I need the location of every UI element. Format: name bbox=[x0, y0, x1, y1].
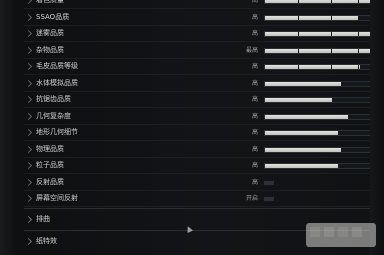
chevron-right-icon bbox=[24, 237, 33, 246]
section-label: 排曲 bbox=[36, 215, 50, 223]
setting-row[interactable]: 杂物品质 最高 bbox=[24, 44, 384, 59]
setting-slider[interactable] bbox=[264, 14, 384, 21]
setting-label: 抗锯齿品质 bbox=[36, 95, 71, 103]
setting-row[interactable]: 屏幕空间反射 开启 bbox=[24, 192, 370, 207]
setting-slider[interactable] bbox=[264, 197, 274, 201]
slider-fill bbox=[265, 147, 341, 152]
slider-segment-divider bbox=[330, 15, 332, 20]
slider-segment-divider bbox=[330, 32, 332, 36]
slider-segment-divider bbox=[357, 15, 359, 20]
slider-fill bbox=[265, 164, 339, 168]
setting-value: 高 bbox=[251, 0, 258, 4]
setting-value: 开启 bbox=[245, 195, 258, 202]
slider-fill bbox=[265, 0, 378, 3]
setting-slider[interactable] bbox=[264, 113, 384, 120]
slider-segment-divider bbox=[357, 65, 359, 69]
slider-segment-divider bbox=[330, 48, 332, 53]
chevron-right-icon bbox=[24, 46, 33, 54]
setting-value: 高 bbox=[251, 112, 258, 120]
setting-value: 最高 bbox=[245, 46, 258, 54]
setting-label: 杂物品质 bbox=[36, 45, 64, 54]
slider-segment-divider bbox=[330, 65, 332, 69]
chevron-right-icon bbox=[24, 62, 33, 71]
setting-row[interactable]: 着色质量 高 bbox=[24, 0, 384, 9]
slider-segment-divider bbox=[357, 0, 359, 3]
setting-row[interactable]: 粒子品质 高 bbox=[24, 159, 384, 174]
setting-slider[interactable] bbox=[264, 64, 384, 70]
setting-slider[interactable] bbox=[264, 0, 384, 4]
slider-fill bbox=[265, 81, 341, 86]
slider-segment-divider bbox=[297, 15, 299, 20]
slider-segment-divider bbox=[297, 65, 299, 69]
setting-value: 高 bbox=[251, 63, 258, 70]
left-edge-shade bbox=[0, 0, 16, 255]
setting-value: 高 bbox=[251, 79, 258, 87]
setting-value: 高 bbox=[251, 162, 258, 169]
chevron-right-icon bbox=[24, 95, 33, 104]
setting-value: 高 bbox=[251, 13, 258, 21]
slider-fill bbox=[265, 98, 333, 102]
setting-label: 物理品质 bbox=[36, 144, 64, 153]
setting-row[interactable]: 几何复杂度 高 bbox=[24, 110, 384, 125]
setting-slider[interactable] bbox=[264, 80, 384, 87]
setting-value: 高 bbox=[251, 145, 258, 153]
setting-label: 地形几何细节 bbox=[36, 128, 78, 136]
settings-screen: 着色质量高 SSAO品质高迷雾品质高杂物品质 最高 毛皮品质等级高水体模拟品质高抗锯齿… bbox=[0, 0, 384, 255]
slider-segment-divider bbox=[297, 32, 299, 36]
setting-slider[interactable] bbox=[264, 97, 384, 103]
slider-segment-divider bbox=[330, 0, 332, 3]
setting-value: 高 bbox=[251, 178, 258, 186]
setting-value: 高 bbox=[251, 129, 258, 136]
slider-fill bbox=[265, 131, 339, 135]
setting-slider[interactable] bbox=[264, 180, 274, 185]
setting-slider[interactable] bbox=[264, 130, 384, 136]
chevron-right-icon bbox=[24, 161, 33, 170]
chevron-right-icon bbox=[24, 128, 33, 137]
chevron-right-icon bbox=[24, 0, 33, 5]
chevron-right-icon bbox=[24, 194, 33, 203]
setting-slider[interactable] bbox=[264, 146, 384, 153]
setting-label: 水体模拟品质 bbox=[36, 78, 78, 87]
slider-fill bbox=[265, 48, 380, 53]
setting-label: 粒子品质 bbox=[36, 161, 64, 169]
slider-segment-divider bbox=[297, 48, 299, 53]
setting-slider[interactable] bbox=[264, 163, 384, 169]
section-label: 纸特效 bbox=[36, 237, 57, 245]
setting-label: 着色质量 bbox=[36, 0, 64, 4]
setting-label: SSAO品质 bbox=[36, 12, 70, 21]
chevron-right-icon bbox=[24, 178, 33, 186]
slider-segment-divider bbox=[357, 32, 359, 36]
slider-fill bbox=[265, 15, 358, 20]
slider-fill bbox=[265, 32, 378, 36]
chevron-right-icon bbox=[24, 112, 33, 120]
chevron-right-icon bbox=[24, 145, 33, 153]
chevron-right-icon bbox=[24, 79, 33, 87]
setting-row[interactable]: 迷雾品质 高 bbox=[24, 27, 384, 42]
setting-row[interactable]: 反射品质 高 bbox=[24, 176, 370, 191]
graphics-settings-list: 着色质量高 SSAO品质高迷雾品质高杂物品质 最高 毛皮品质等级高水体模拟品质高抗锯齿… bbox=[24, 0, 384, 207]
setting-slider[interactable] bbox=[264, 47, 384, 54]
setting-label: 反射品质 bbox=[36, 177, 64, 186]
setting-row[interactable]: 抗锯齿品质 高 bbox=[24, 93, 384, 108]
setting-label: 几何复杂度 bbox=[36, 111, 71, 120]
setting-row[interactable]: 水体模拟品质 高 bbox=[24, 77, 384, 92]
chevron-right-icon bbox=[24, 13, 33, 21]
setting-label: 迷雾品质 bbox=[36, 29, 64, 37]
chevron-right-icon bbox=[24, 29, 33, 38]
chevron-right-icon bbox=[24, 215, 33, 224]
slider-fill bbox=[265, 65, 361, 69]
setting-row[interactable]: 物理品质 高 bbox=[24, 143, 384, 158]
setting-value: 高 bbox=[251, 96, 258, 103]
setting-row[interactable]: 地形几何细节 高 bbox=[24, 126, 384, 141]
setting-slider[interactable] bbox=[264, 31, 384, 37]
setting-row[interactable]: SSAO品质 高 bbox=[24, 11, 384, 26]
watermark-logo-icon bbox=[306, 223, 376, 247]
setting-label: 毛皮品质等级 bbox=[36, 62, 78, 70]
setting-label: 屏幕空间反射 bbox=[36, 194, 78, 202]
setting-value: 高 bbox=[251, 30, 258, 37]
slider-segment-divider bbox=[297, 0, 299, 3]
slider-fill bbox=[265, 114, 348, 119]
slider-segment-divider bbox=[357, 48, 359, 53]
setting-row[interactable]: 毛皮品质等级 高 bbox=[24, 60, 384, 75]
